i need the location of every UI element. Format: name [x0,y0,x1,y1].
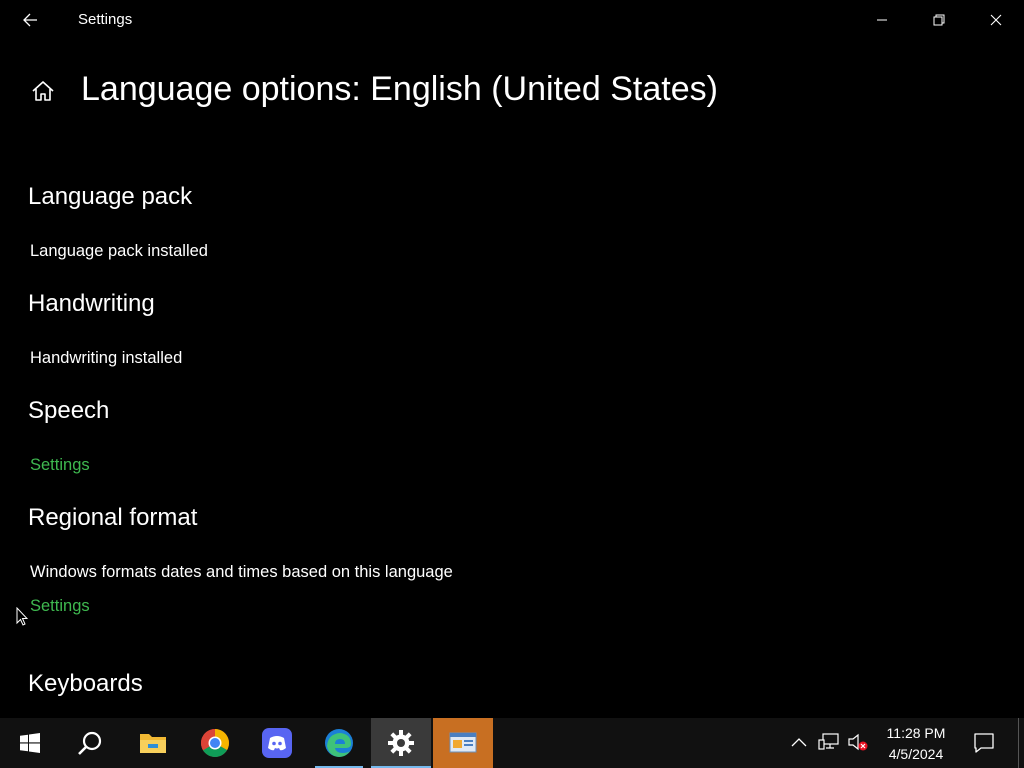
regional-format-heading: Regional format [28,504,198,531]
action-center-button[interactable] [960,718,1008,768]
home-button[interactable] [28,76,58,106]
network-button[interactable] [817,730,841,754]
regional-format-settings-link[interactable]: Settings [30,597,90,616]
discord-icon [262,728,292,758]
minimize-button[interactable] [853,0,910,40]
discord-button[interactable] [247,718,307,768]
taskbar: 11:28 PM 4/5/2024 [0,718,1024,768]
control-panel-button[interactable] [433,718,493,768]
back-arrow-icon [23,13,37,27]
chrome-button[interactable] [185,718,245,768]
network-icon [818,733,839,750]
search-icon [78,731,102,755]
folder-icon [140,734,166,753]
restore-icon [933,14,944,26]
window-title: Settings [78,11,133,28]
notification-icon [974,733,994,753]
start-button[interactable] [0,718,60,768]
keyboards-heading: Keyboards [28,670,143,697]
clock-date: 4/5/2024 [888,746,944,762]
edge-icon [325,729,353,757]
show-hidden-icons-button[interactable] [787,730,811,754]
mouse-cursor-icon [16,607,28,626]
volume-muted-icon [848,733,868,751]
chrome-icon [201,729,229,757]
handwriting-status: Handwriting installed [30,349,183,367]
settings-button[interactable] [371,718,431,768]
search-button[interactable] [60,718,120,768]
handwriting-heading: Handwriting [28,290,155,317]
language-pack-heading: Language pack [28,183,193,210]
windows-logo-icon [20,733,40,753]
show-desktop-button[interactable] [1018,718,1024,768]
chevron-up-icon [791,738,807,747]
edge-button[interactable] [309,718,369,768]
gear-icon [388,730,414,756]
speech-settings-link[interactable]: Settings [30,456,90,475]
language-pack-status: Language pack installed [30,242,208,260]
page-title: Language options: English (United States… [81,70,718,108]
volume-button[interactable] [846,730,870,754]
back-button[interactable] [12,4,48,36]
title-bar: Settings [0,0,1024,40]
close-icon [990,14,1001,26]
close-button[interactable] [967,0,1024,40]
restore-button[interactable] [910,0,967,40]
speech-heading: Speech [28,397,110,424]
regional-format-description: Windows formats dates and times based on… [30,563,453,581]
home-icon [32,81,54,101]
clock-time: 11:28 PM [886,725,946,741]
control-panel-icon [449,732,477,753]
file-explorer-button[interactable] [123,718,183,768]
minimize-icon [876,19,887,21]
clock[interactable]: 11:28 PM 4/5/2024 [876,723,956,765]
